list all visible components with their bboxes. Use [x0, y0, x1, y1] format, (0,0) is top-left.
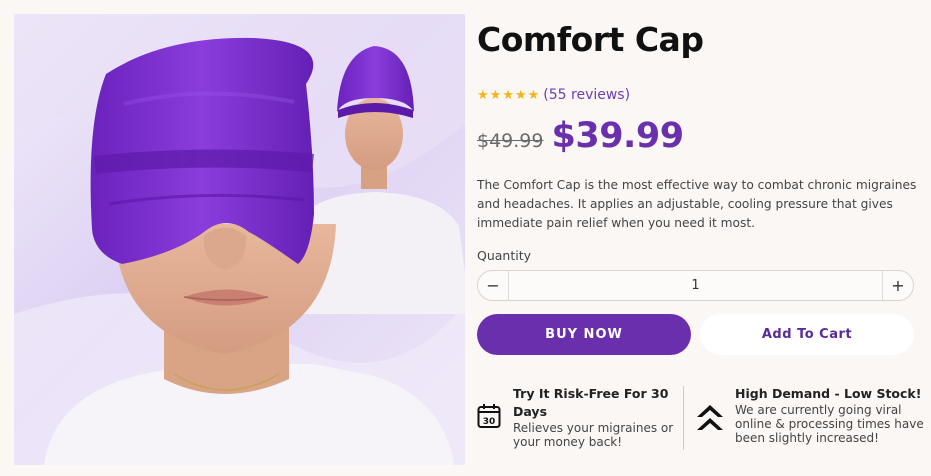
- compare-at-price: $49.99: [477, 130, 544, 152]
- feature-title: Try It Risk-Free For 30 Days: [513, 386, 669, 419]
- star-icon: ★: [489, 87, 502, 103]
- price-row: $49.99 $39.99: [477, 116, 684, 156]
- product-image: [14, 14, 465, 465]
- buy-now-button[interactable]: BUY NOW: [477, 314, 691, 355]
- quantity-input[interactable]: 1: [509, 278, 882, 293]
- feature-divider: [683, 386, 684, 450]
- quantity-stepper: − 1 +: [477, 270, 914, 301]
- add-to-cart-button[interactable]: Add To Cart: [700, 314, 914, 355]
- product-description: The Comfort Cap is the most effective wa…: [477, 178, 917, 230]
- quantity-label: Quantity: [477, 248, 532, 263]
- star-icon: ★: [527, 87, 540, 103]
- star-icon: ★: [477, 87, 489, 103]
- calendar-30-icon: 30: [477, 403, 501, 433]
- reviews-link[interactable]: (55 reviews): [543, 87, 630, 103]
- quantity-increase-button[interactable]: +: [882, 271, 913, 300]
- star-icon: ★: [514, 87, 527, 103]
- feature-body: Relieves your migraines or your money ba…: [513, 421, 674, 449]
- rating: ★ ★ ★ ★ ★ (55 reviews): [477, 87, 630, 103]
- product-title: Comfort Cap: [477, 20, 704, 59]
- feature-title: High Demand - Low Stock!: [735, 386, 922, 401]
- star-icon: ★: [502, 87, 514, 103]
- double-chevron-up-icon: [695, 403, 725, 435]
- rating-stars: ★ ★ ★ ★ ★: [477, 89, 539, 102]
- sale-price: $39.99: [551, 116, 684, 156]
- svg-text:30: 30: [483, 417, 496, 427]
- feature-body: We are currently going viral online & pr…: [735, 403, 924, 445]
- quantity-decrease-button[interactable]: −: [478, 271, 509, 300]
- high-demand-feature: High Demand - Low Stock! We are currentl…: [695, 385, 925, 445]
- product-photo-illustration: [14, 14, 465, 465]
- high-demand-text: High Demand - Low Stock! We are currentl…: [735, 385, 925, 445]
- risk-free-feature: 30 Try It Risk-Free For 30 Days Relieves…: [477, 385, 677, 449]
- risk-free-text: Try It Risk-Free For 30 Days Relieves yo…: [513, 385, 677, 449]
